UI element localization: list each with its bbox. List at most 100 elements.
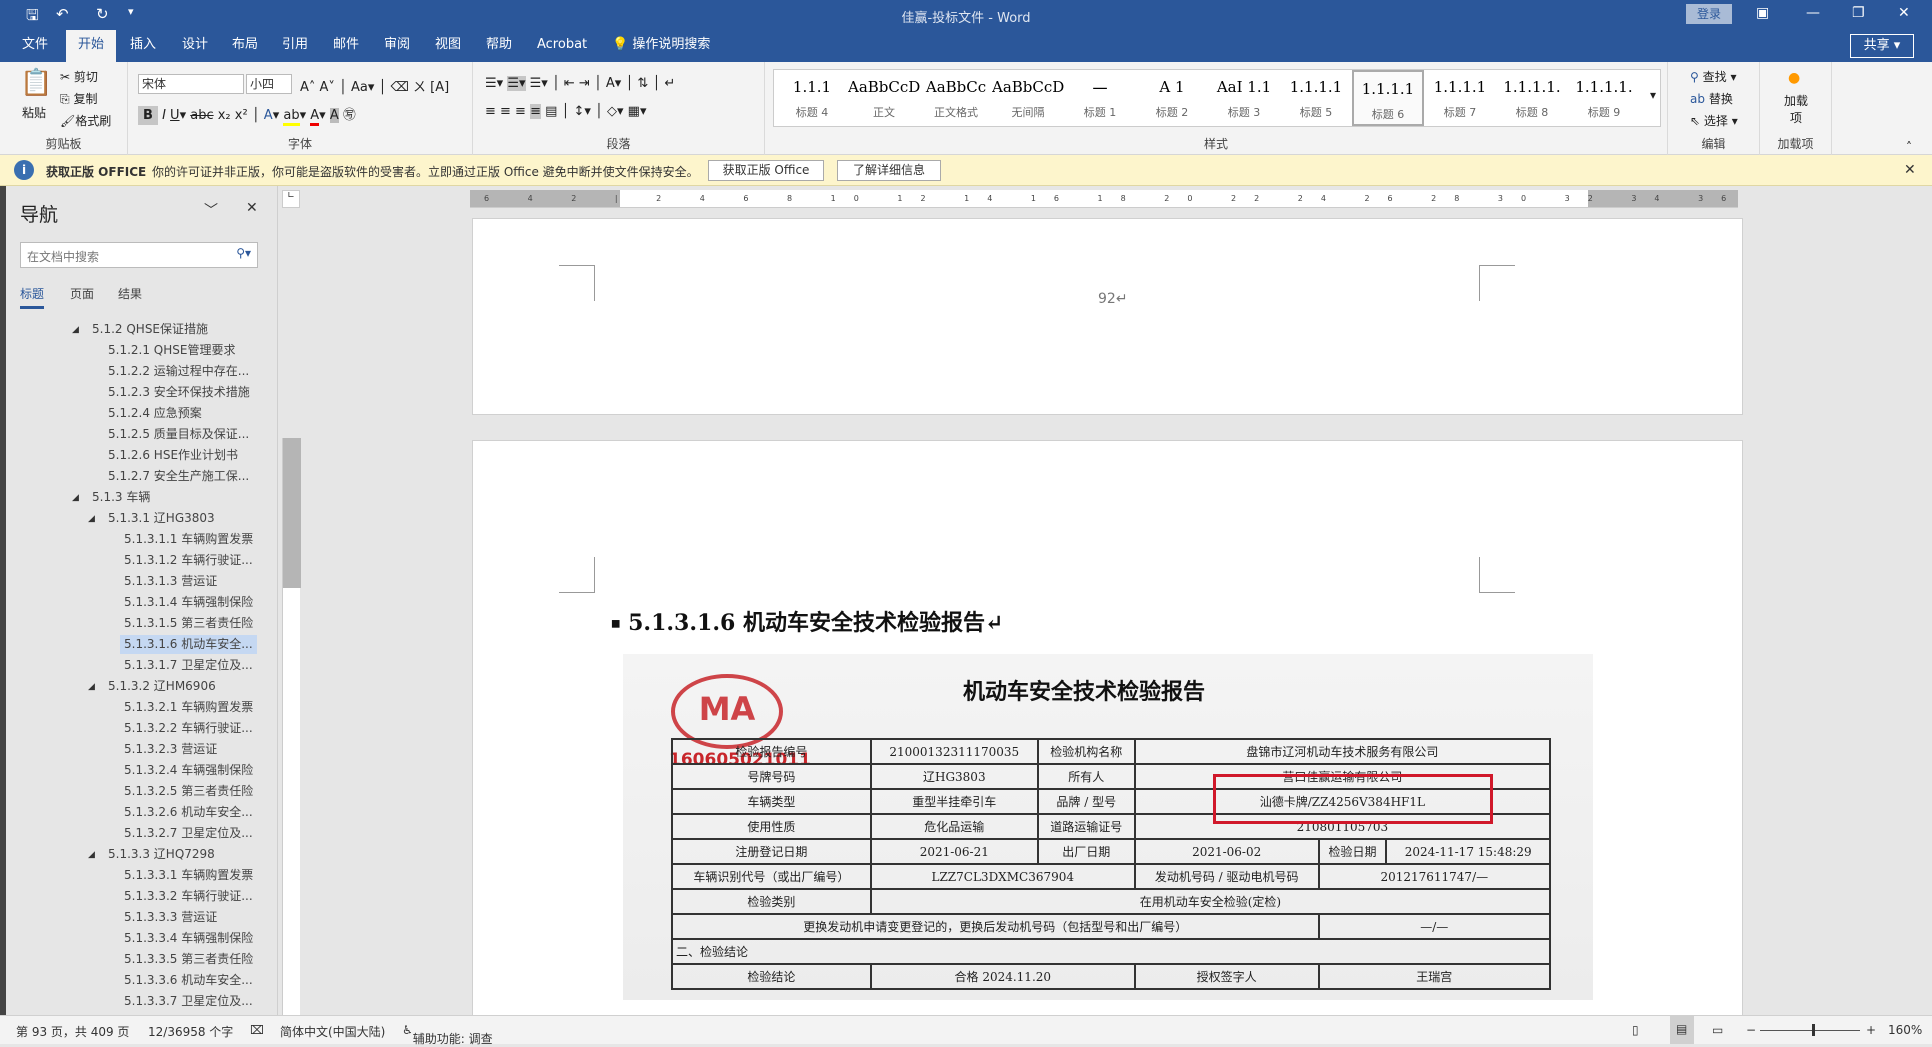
list-buttons[interactable]: ☰▾ ☰▾ ☰▾ │ ⇤ ⇥ │ A▾ │ ⇅ │ ↵	[485, 76, 675, 91]
read-mode-icon[interactable]: ▯	[1632, 1023, 1639, 1037]
tab-insert[interactable]: 插入	[118, 30, 168, 62]
style-1[interactable]: 1.1.1 标题 4	[776, 70, 848, 126]
word-count[interactable]: 12/36958 个字	[148, 1023, 233, 1040]
vertical-ruler[interactable]	[282, 438, 301, 1015]
nav-heading-item[interactable]: 5.1.3.3.5 第三者责任险	[120, 950, 257, 969]
style-8[interactable]: 1.1.1.1 标题 5	[1280, 70, 1352, 126]
nav-heading-item[interactable]: 5.1.3.1.1 车辆购置发票	[120, 530, 257, 549]
web-layout-icon[interactable]: ▭	[1712, 1023, 1723, 1037]
nav-heading-item[interactable]: 5.1.3.1 辽HG3803	[104, 509, 219, 528]
chevron-down-icon[interactable]: ﹀	[204, 200, 218, 220]
zoom-slider[interactable]	[1760, 1030, 1860, 1031]
style-7[interactable]: AaI 1.1 标题 3	[1208, 70, 1280, 126]
nav-heading-item[interactable]: 5.1.3 车辆	[88, 488, 154, 507]
nav-heading-item[interactable]: 5.1.3.3.1 车辆购置发票	[120, 866, 257, 885]
style-12[interactable]: 1.1.1.1. 标题 9	[1568, 70, 1640, 126]
nav-heading-item[interactable]: 5.1.2.3 安全环保技术措施	[104, 383, 254, 402]
tab-layout[interactable]: 布局	[220, 30, 270, 62]
nav-heading-item[interactable]: 5.1.3.3.7 卫星定位及...	[120, 992, 257, 1011]
nav-heading-item[interactable]: 5.1.3.1.7 卫星定位及...	[120, 656, 257, 675]
nav-heading-item[interactable]: 5.1.3.3.6 机动车安全...	[120, 971, 257, 990]
zoom-in-button[interactable]: +	[1866, 1023, 1876, 1037]
style-11[interactable]: 1.1.1.1. 标题 8	[1496, 70, 1568, 126]
nav-heading-item[interactable]: 5.1.2.7 安全生产施工保...	[104, 467, 253, 486]
font-name-select[interactable]: 宋体	[138, 74, 244, 94]
collapse-toggle-icon[interactable]: ◢	[72, 493, 79, 503]
nav-tab-headings[interactable]: 标题	[20, 285, 45, 309]
styles-more-icon[interactable]: ▾	[1650, 88, 1656, 102]
nav-heading-item[interactable]: 5.1.3.3.4 车辆强制保险	[120, 929, 257, 948]
collapse-ribbon-icon[interactable]: ˄	[1906, 140, 1912, 154]
nav-search-input[interactable]: 在文档中搜索 ⚲▾	[20, 242, 258, 268]
nav-heading-item[interactable]: 5.1.3.1.3 营运证	[120, 572, 221, 591]
format-buttons[interactable]: B I U▾ abc x₂ x² │ A▾ ab▾ A▾ A ㊢	[138, 104, 356, 126]
nav-heading-item[interactable]: 5.1.3.2 辽HM6906	[104, 677, 220, 696]
paste-button[interactable]: 粘贴	[22, 104, 46, 121]
close-nav-icon[interactable]: ✕	[246, 200, 258, 216]
nav-heading-item[interactable]: 5.1.3.3.2 车辆行驶证...	[120, 887, 257, 906]
style-4[interactable]: AaBbCcDdI 无间隔	[992, 70, 1064, 126]
style-5[interactable]: 一标题 1	[1064, 70, 1136, 126]
nav-heading-item[interactable]: 5.1.2.1 QHSE管理要求	[104, 341, 239, 360]
font-tools[interactable]: A˄ A˅ │ Aa▾ │ ⌫ ㄨ [A]	[300, 76, 449, 95]
page-count[interactable]: 第 93 页，共 409 页	[16, 1023, 129, 1040]
align-buttons[interactable]: ≡ ≡ ≡ ≡ ▤ │ ↕▾ │ ◇▾ ▦▾	[485, 104, 646, 119]
style-6[interactable]: A 1 标题 2	[1136, 70, 1208, 126]
nav-heading-item[interactable]: 5.1.2.2 运输过程中存在...	[104, 362, 253, 381]
horizontal-ruler[interactable]: 6 4 2 | 2 4 6 8 10 12 14 16 18 20 22 24 …	[470, 190, 1738, 208]
collapse-toggle-icon[interactable]: ◢	[72, 325, 79, 335]
collapse-toggle-icon[interactable]: ◢	[88, 850, 95, 860]
tell-me-search[interactable]: 💡 操作说明搜索	[600, 30, 722, 62]
collapse-toggle-icon[interactable]: ◢	[88, 682, 95, 692]
close-icon[interactable]: ✕	[1898, 5, 1910, 21]
tab-mailings[interactable]: 邮件	[321, 30, 371, 62]
style-10[interactable]: 1.1.1.1 标题 7	[1424, 70, 1496, 126]
tab-home[interactable]: 开始	[66, 30, 117, 62]
login-button[interactable]: 登录	[1686, 4, 1732, 24]
minimize-icon[interactable]: —	[1806, 5, 1820, 21]
nav-tab-pages[interactable]: 页面	[70, 285, 94, 302]
copy-button[interactable]: ⎘ 复制	[60, 90, 97, 107]
tab-acrobat[interactable]: Acrobat	[525, 30, 599, 62]
close-infobar-icon[interactable]: ✕	[1904, 162, 1916, 178]
nav-heading-item[interactable]: 5.1.3.3 辽HQ7298	[104, 845, 219, 864]
heading-5-1-3-1-6[interactable]: ■ 5.1.3.1.6 机动车安全技术检验报告↵	[611, 605, 1003, 637]
proofing-icon[interactable]: ⌧	[250, 1023, 264, 1037]
inspection-report-image[interactable]: MA 160605021011 机动车安全技术检验报告 检验报告编号 210001…	[623, 654, 1593, 1000]
language[interactable]: 简体中文(中国大陆)	[280, 1023, 385, 1040]
nav-heading-item[interactable]: 5.1.3.2.2 车辆行驶证...	[120, 719, 257, 738]
nav-heading-item[interactable]: 5.1.3.2.6 机动车安全...	[120, 803, 257, 822]
share-button[interactable]: 共享 ▾	[1850, 34, 1914, 58]
paste-icon[interactable]: 📋	[20, 68, 52, 98]
ribbon-display-icon[interactable]: ▣	[1756, 5, 1769, 21]
style-9[interactable]: 1.1.1.1 标题 6	[1352, 70, 1424, 126]
nav-heading-item[interactable]: 5.1.3.2.1 车辆购置发票	[120, 698, 257, 717]
collapse-toggle-icon[interactable]: ◢	[88, 514, 95, 524]
find-button[interactable]: ⚲ 查找 ▾	[1690, 68, 1736, 85]
select-button[interactable]: ⇖ 选择 ▾	[1690, 112, 1738, 129]
print-layout-icon[interactable]: ▤	[1670, 1016, 1694, 1044]
nav-heading-item[interactable]: 5.1.3.2.5 第三者责任险	[120, 782, 257, 801]
nav-heading-item[interactable]: 5.1.3.2.3 营运证	[120, 740, 221, 759]
tab-design[interactable]: 设计	[170, 30, 220, 62]
learn-more-button[interactable]: 了解详细信息	[837, 160, 941, 181]
addins-button[interactable]: 加载项	[1782, 92, 1810, 126]
font-size-select[interactable]: 小四	[246, 74, 292, 94]
format-painter-button[interactable]: 🖌格式刷	[60, 112, 111, 129]
style-2[interactable]: AaBbCcDdI 正文	[848, 70, 920, 126]
nav-heading-item[interactable]: 5.1.3.2.4 车辆强制保险	[120, 761, 257, 780]
tab-references[interactable]: 引用	[270, 30, 320, 62]
nav-heading-item[interactable]: 5.1.2.6 HSE作业计划书	[104, 446, 242, 465]
nav-heading-item[interactable]: 5.1.3.1.5 第三者责任险	[120, 614, 257, 633]
restore-icon[interactable]: ❐	[1852, 5, 1865, 21]
style-3[interactable]: AaBbCc 正文格式	[920, 70, 992, 126]
nav-heading-item[interactable]: 5.1.2 QHSE保证措施	[88, 320, 212, 339]
nav-heading-item[interactable]: 5.1.3.1.4 车辆强制保险	[120, 593, 257, 612]
tab-selector[interactable]: ∟	[282, 190, 300, 208]
nav-heading-item[interactable]: 5.1.3.3.3 营运证	[120, 908, 221, 927]
cut-button[interactable]: ✂ 剪切	[60, 68, 98, 85]
nav-heading-item[interactable]: 5.1.3.2.7 卫星定位及...	[120, 824, 257, 843]
accessibility-status[interactable]: ♿ 辅助功能: 调查	[402, 1023, 493, 1046]
nav-heading-item[interactable]: 5.1.2.5 质量目标及保证...	[104, 425, 253, 444]
tab-review[interactable]: 审阅	[372, 30, 422, 62]
